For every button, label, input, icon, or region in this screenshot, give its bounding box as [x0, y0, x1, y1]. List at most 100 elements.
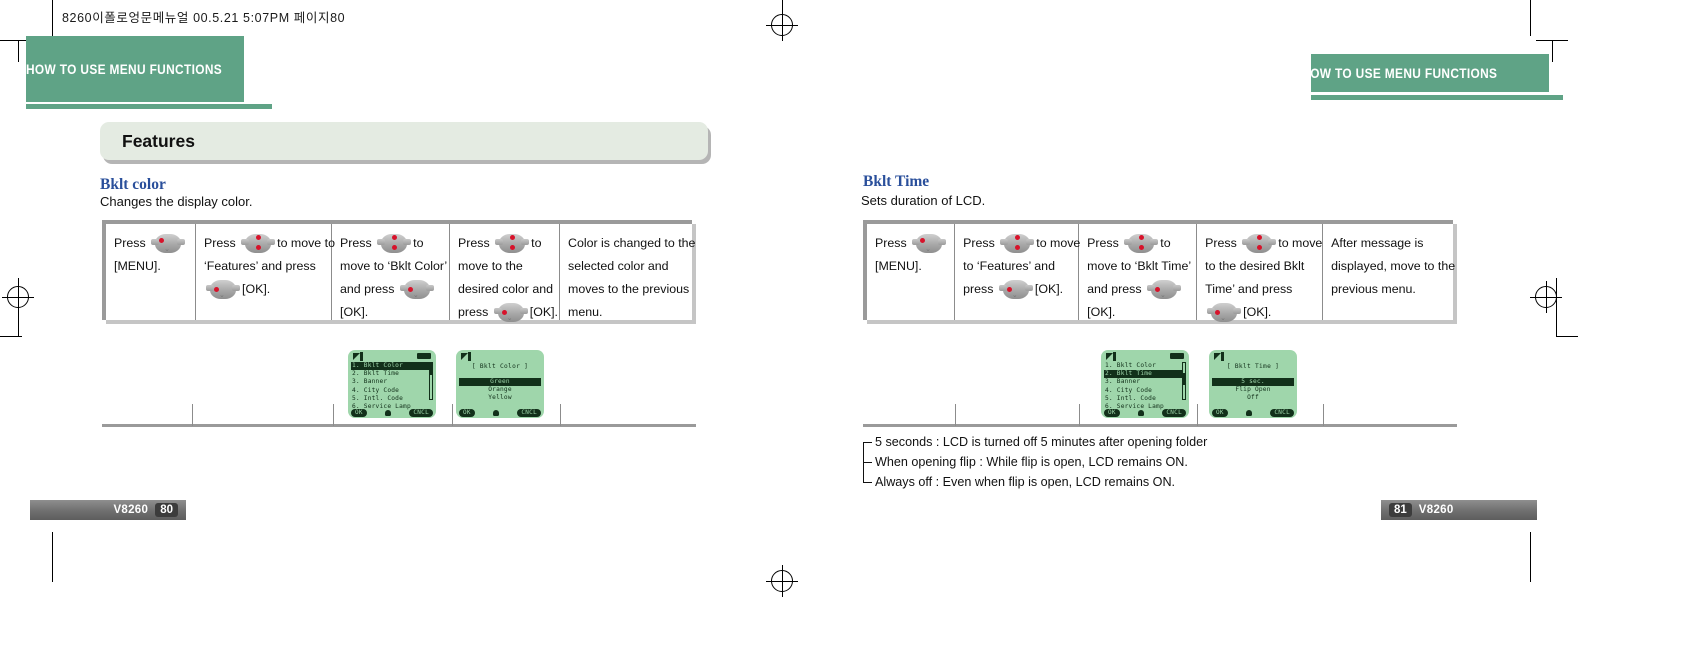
- lcd-softkey-cncl: CNCL: [1270, 409, 1294, 417]
- navigation-key-icon: [1000, 234, 1035, 253]
- step-line: to ‘Features’ and: [963, 259, 1055, 273]
- step-cell: Press to move to ‘Bklt Color’ and press …: [332, 224, 450, 320]
- step-line: Press to: [458, 232, 553, 255]
- step-line: Press to move: [1205, 232, 1322, 255]
- step-line: ‘Features’ and press: [204, 259, 316, 273]
- navigation-key-icon: [1124, 234, 1159, 253]
- lcd-softkey-bar: OK CNCL: [456, 409, 544, 417]
- lcd-softkey-cncl: CNCL: [409, 409, 433, 417]
- lcd-time-item: 5 sec.: [1212, 378, 1294, 387]
- note-item: Always off : Even when flip is open, LCD…: [861, 472, 1381, 492]
- step-line: Press to move to: [204, 232, 335, 255]
- footer-page-number-right: 81: [1389, 503, 1412, 517]
- lcd-softkey-ok: OK: [351, 409, 367, 417]
- steps-divider-left-4: [560, 404, 561, 426]
- step-cell: Press to move to the desired Bklt Time’ …: [1197, 224, 1324, 322]
- step-cell: Press ⌄ [MENU].: [106, 224, 196, 320]
- steps-divider-right-2: [1079, 404, 1080, 426]
- step-cell: Press to move to ‘Features’ and press ⌄[…: [955, 224, 1080, 320]
- step-line: ⌄ [OK].: [204, 278, 325, 301]
- step-cell: Color is changed to the selected color a…: [560, 224, 696, 320]
- lcd-screen-menu-left: 1. Bklt Color 2. Bklt Time 3. Banner 4. …: [348, 350, 436, 418]
- step-cell: Press ⌄ [MENU].: [867, 224, 956, 320]
- step-line: Press ⌄: [114, 232, 189, 255]
- lcd-softkey-bar: OK CNCL: [348, 409, 436, 417]
- step-line: Press to: [1087, 232, 1190, 255]
- step-line: and press ⌄: [340, 278, 443, 301]
- antenna-icon: [353, 352, 365, 361]
- step-cell: After message is displayed, move to the …: [1323, 224, 1456, 320]
- lcd-time-item: Flip Open: [1235, 386, 1271, 394]
- footer-model-right: V8260: [1418, 504, 1454, 516]
- page-left: HOW TO USE MENU FUNCTIONS Features Bklt …: [0, 0, 852, 654]
- step-line: selected color and: [568, 259, 669, 273]
- page-footer-left: V8260 80: [30, 500, 186, 520]
- ok-key-icon: ⌄: [998, 280, 1033, 299]
- section-subtitle-bklt-color: Changes the display color.: [100, 194, 253, 209]
- step-cell: Press to move to ‘Bklt Time’ and press ⌄…: [1079, 224, 1198, 320]
- steps-table-bklt-time: Press ⌄ [MENU]. Press to move to ‘Featur…: [863, 220, 1456, 322]
- step-line: ⌄ [OK].: [1205, 301, 1316, 324]
- page-right: HOW TO USE MENU FUNCTIONS Bklt Time Sets…: [853, 0, 1705, 654]
- step-line: displayed, move to the: [1331, 259, 1456, 273]
- steps-divider-right-3: [1197, 404, 1198, 426]
- lcd-softkey-ok: OK: [459, 409, 475, 417]
- features-banner-label: Features: [122, 130, 195, 151]
- steps-divider-left-1: [192, 404, 193, 426]
- lcd-status-bar: [1212, 352, 1294, 362]
- lcd-softkey-bar: OK CNCL: [1101, 409, 1189, 417]
- step-line: Press ⌄: [875, 232, 948, 255]
- battery-icon: [1170, 353, 1184, 359]
- chapter-header-right: HOW TO USE MENU FUNCTIONS: [1301, 54, 1549, 92]
- lcd-menu-item: 2. Bklt Time: [352, 370, 400, 378]
- section-subtitle-bklt-time: Sets duration of LCD.: [861, 193, 986, 208]
- lcd-menu-item: 3. Banner: [352, 378, 388, 386]
- lcd-menu-item: 3. Banner: [1105, 378, 1141, 386]
- step-line: move to ‘Bklt Color’: [340, 259, 448, 273]
- step-line: [MENU].: [114, 259, 161, 273]
- chapter-rule-right: [1311, 95, 1563, 100]
- navigation-key-icon: [495, 234, 530, 253]
- antenna-icon: [1106, 352, 1118, 361]
- ok-key-icon: ⌄: [493, 303, 528, 322]
- step-line: [OK].: [340, 305, 369, 319]
- lcd-screen-title: [ Bklt Time ]: [1226, 363, 1280, 370]
- antenna-icon: [1214, 352, 1226, 361]
- lcd-softkey-ok: OK: [1104, 409, 1120, 417]
- lcd-time-item: Off: [1247, 394, 1259, 402]
- chapter-rule-left: [26, 104, 272, 109]
- footer-page-number-left: 80: [155, 503, 178, 517]
- lcd-menu-item: 4. City Code: [352, 386, 400, 394]
- steps-table-bklt-color: Press ⌄ [MENU]. Press to move to ‘Featur…: [102, 220, 696, 322]
- lcd-status-bar: [1104, 352, 1186, 362]
- step-line: Color is changed to the: [568, 236, 696, 250]
- chapter-header-right-label: HOW TO USE MENU FUNCTIONS: [1300, 65, 1497, 81]
- step-cell: Press to move to ‘Features’ and press ⌄[…: [196, 224, 335, 320]
- steps-divider-right-4: [1323, 404, 1324, 426]
- step-line: to the desired Bklt: [1205, 259, 1305, 273]
- lcd-status-bar: [351, 352, 433, 362]
- lcd-softkey-cncl: CNCL: [517, 409, 541, 417]
- step-line: [MENU].: [875, 259, 922, 273]
- step-line: [OK].: [1087, 305, 1116, 319]
- navigation-key-icon: [241, 234, 276, 253]
- lcd-color-item: Yellow: [488, 394, 512, 402]
- step-line: move to the: [458, 259, 523, 273]
- chapter-header-left-label: HOW TO USE MENU FUNCTIONS: [26, 61, 223, 77]
- step-line: press ⌄ [OK].: [458, 303, 558, 322]
- lcd-color-item: Orange: [488, 386, 512, 394]
- lcd-center-key-icon: [385, 410, 392, 416]
- note-item: 5 seconds : LCD is turned off 5 minutes …: [861, 432, 1381, 452]
- lcd-softkey-cncl: CNCL: [1162, 409, 1186, 417]
- step-line: press ⌄ [OK].: [963, 280, 1064, 299]
- section-title-bklt-time: Bklt Time: [863, 173, 930, 190]
- navigation-key-icon: [377, 234, 412, 253]
- battery-icon: [417, 353, 431, 359]
- page-footer-right: 81 V8260: [1381, 500, 1537, 520]
- navigation-key-icon: [1242, 234, 1277, 253]
- footer-model-left: V8260: [113, 504, 149, 516]
- lcd-menu-item: 5. Intl. Code: [352, 394, 404, 402]
- steps-divider-right-1: [955, 404, 956, 426]
- lcd-menu-item: 4. City Code: [1105, 386, 1153, 394]
- ok-key-icon: ⌄: [206, 280, 240, 299]
